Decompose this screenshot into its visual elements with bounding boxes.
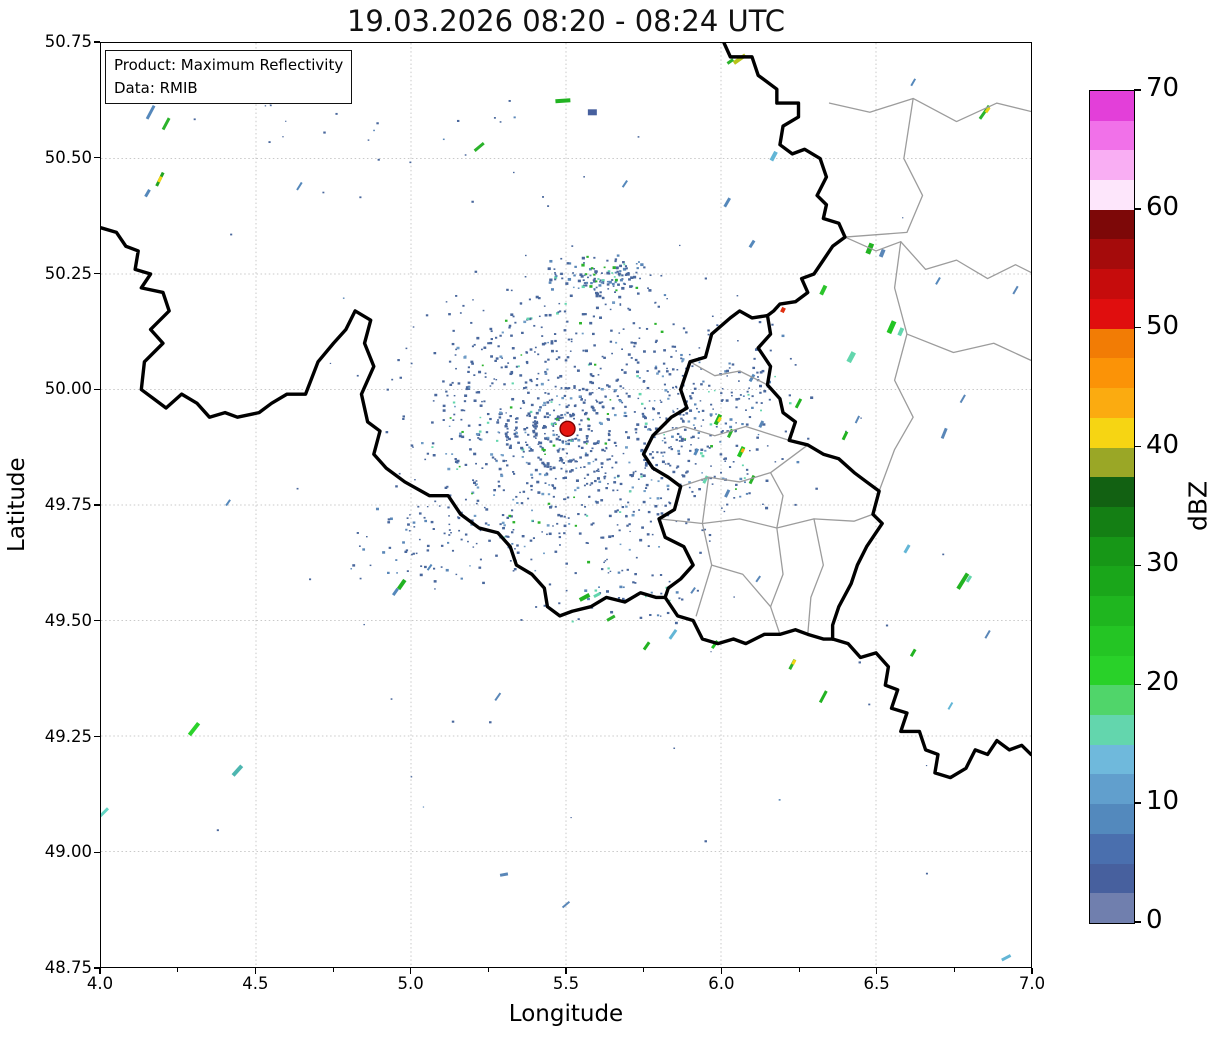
radar-map — [101, 43, 1031, 967]
page-title: 19.03.2026 08:20 - 08:24 UTC — [346, 4, 786, 38]
colorbar-block — [1090, 625, 1134, 656]
colorbar-block — [1090, 566, 1134, 597]
colorbar-block — [1090, 417, 1134, 448]
colorbar-block — [1090, 833, 1134, 864]
gridlines — [101, 43, 1031, 967]
colorbar-tick-mark — [1134, 683, 1141, 685]
y-axis-title: Latitude — [4, 457, 30, 553]
y-tick-label: 50.75 — [44, 32, 92, 51]
colorbar-block — [1090, 269, 1134, 299]
colorbar-block — [1090, 744, 1134, 775]
map-plot-area: Product: Maximum Reflectivity Data: RMIB — [100, 42, 1032, 968]
colorbar-block — [1090, 596, 1134, 626]
y-tick-mark — [94, 504, 100, 506]
colorbar — [1089, 90, 1135, 924]
y-tick-mark — [94, 388, 100, 390]
y-tick-mark — [94, 157, 100, 159]
info-product-line: Product: Maximum Reflectivity — [114, 56, 344, 74]
colorbar-block — [1090, 447, 1134, 478]
x-tick-label: 4.5 — [242, 974, 269, 993]
colorbar-block — [1090, 120, 1134, 151]
admin-borders — [652, 97, 1031, 635]
colorbar-block — [1090, 714, 1134, 745]
x-minor-tick-mark — [332, 968, 334, 972]
colorbar-block — [1090, 90, 1134, 121]
x-minor-tick-mark — [643, 968, 645, 972]
colorbar-tick-mark — [1134, 327, 1141, 329]
colorbar-block — [1090, 358, 1134, 389]
x-tick-label: 5.5 — [552, 974, 580, 993]
x-minor-tick-mark — [487, 968, 489, 972]
y-tick-label: 50.50 — [44, 147, 92, 167]
colorbar-block — [1090, 150, 1134, 181]
colorbar-block — [1090, 209, 1134, 240]
x-tick-label: 7.0 — [1018, 974, 1046, 993]
echo-streaks — [101, 53, 1019, 962]
colorbar-block — [1090, 804, 1134, 834]
y-tick-label: 49.50 — [44, 610, 92, 630]
y-tick-label: 49.25 — [44, 726, 92, 746]
x-tick-mark — [876, 968, 878, 974]
x-minor-tick-mark — [953, 968, 955, 972]
x-tick-mark — [1031, 968, 1033, 974]
colorbar-tick-mark — [1134, 208, 1141, 210]
x-tick-label: 6.5 — [863, 974, 890, 993]
y-tick-mark — [94, 851, 100, 853]
x-tick-mark — [720, 968, 722, 974]
y-tick-mark — [94, 41, 100, 43]
colorbar-block — [1090, 477, 1134, 507]
colorbar-tick-mark — [1134, 802, 1141, 804]
colorbar-block — [1090, 655, 1134, 686]
x-tick-mark — [99, 968, 101, 974]
colorbar-title: dBZ — [1183, 480, 1213, 532]
x-minor-tick-mark — [177, 968, 179, 972]
x-tick-mark — [254, 968, 256, 974]
y-tick-mark — [94, 735, 100, 738]
y-tick-label: 50.25 — [44, 263, 92, 283]
radar-echoes — [193, 84, 945, 875]
colorbar-block — [1090, 180, 1134, 210]
colorbar-block — [1090, 774, 1134, 805]
colorbar-tick-mark — [1134, 89, 1141, 91]
colorbar-tick-mark — [1134, 921, 1141, 923]
y-tick-label: 48.75 — [44, 958, 92, 977]
x-tick-mark — [410, 968, 412, 974]
colorbar-block — [1090, 239, 1134, 270]
colorbar-block — [1090, 298, 1134, 329]
y-tick-label: 50.00 — [44, 379, 92, 399]
y-tick-mark — [94, 272, 100, 275]
y-tick-mark — [94, 620, 100, 622]
x-axis-title: Longitude — [508, 1001, 624, 1027]
colorbar-block — [1090, 685, 1134, 715]
y-tick-label: 49.00 — [44, 842, 92, 862]
x-tick-label: 6.0 — [708, 974, 735, 993]
colorbar-block — [1090, 863, 1134, 894]
colorbar-block — [1090, 388, 1134, 418]
x-minor-tick-mark — [798, 968, 800, 972]
colorbar-block — [1090, 506, 1134, 537]
country-borders — [101, 43, 1031, 780]
x-tick-label: 5.0 — [397, 974, 424, 993]
colorbar-block — [1090, 893, 1134, 923]
y-tick-mark — [94, 967, 100, 969]
colorbar-tick-mark — [1134, 445, 1141, 448]
colorbar-block — [1090, 536, 1134, 567]
info-data-line: Data: RMIB — [114, 78, 198, 97]
colorbar-block — [1090, 328, 1134, 359]
colorbar-tick-mark — [1134, 564, 1141, 567]
y-tick-label: 49.75 — [44, 495, 92, 514]
info-box: Product: Maximum Reflectivity Data: RMIB — [105, 50, 353, 104]
x-tick-mark — [565, 968, 567, 974]
radar-figure: 19.03.2026 08:20 - 08:24 UTC Product: Ma… — [0, 0, 1219, 1040]
radar-site-marker — [559, 420, 576, 437]
